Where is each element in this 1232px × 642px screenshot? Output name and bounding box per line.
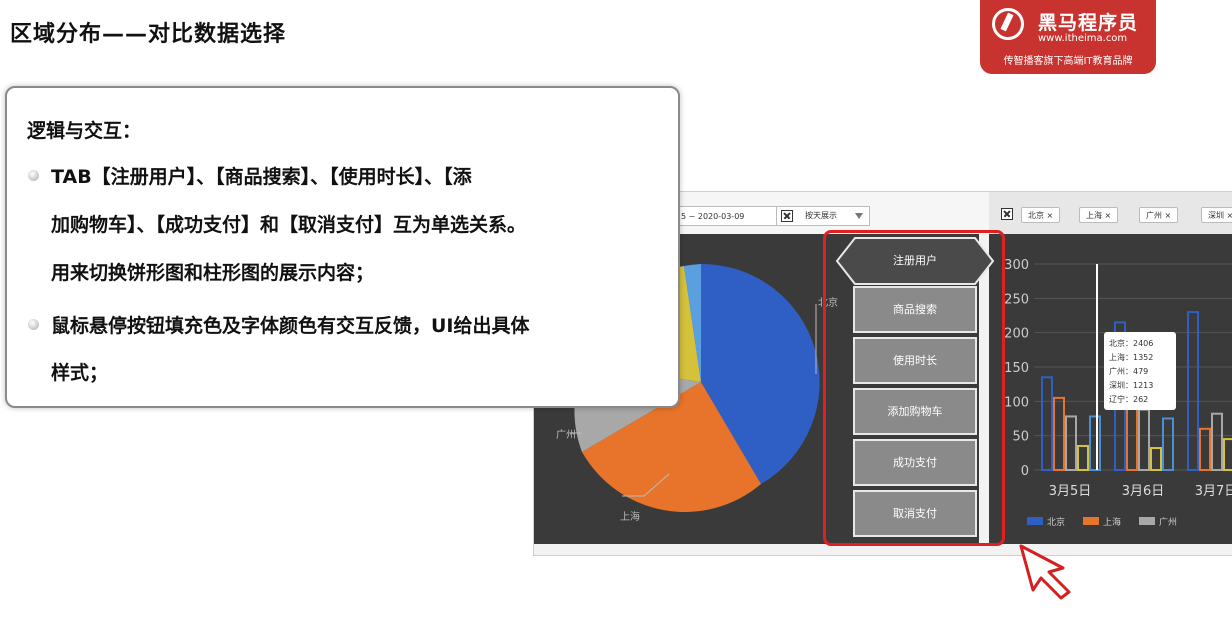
y-tick-label: 250 [1004, 292, 1029, 307]
bar-深圳-3月6日[interactable] [1150, 447, 1162, 472]
calendar-icon [781, 210, 793, 222]
bar-北京-3月5日[interactable] [1041, 376, 1053, 471]
bullet-icon [28, 319, 39, 330]
city-tag-beijing[interactable]: 北京 × [1021, 207, 1061, 223]
bar-广州-3月6日[interactable] [1138, 408, 1150, 471]
bar-chart: 300 250 200 150 100 50 0 3月5日 3月6日 3月7日 北京：2406 上海：… [1004, 258, 1232, 528]
logo-name: 黑马程序员 [1038, 12, 1139, 34]
y-tick-label: 150 [1004, 361, 1029, 376]
y-tick-label: 100 [1004, 395, 1029, 410]
city-filter-icon[interactable] [1001, 208, 1013, 220]
tooltip-line: 深圳：1213 [1109, 380, 1153, 390]
note-line: 鼠标悬停按钮填充色及字体颜色有交互反馈，UI给出具体 [51, 315, 530, 337]
bar-广州-3月5日[interactable] [1065, 415, 1077, 472]
tab-product-search[interactable]: 商品搜索 [853, 286, 977, 333]
legend-label[interactable]: 北京 [1047, 516, 1065, 528]
legend-label[interactable]: 广州 [1159, 516, 1177, 528]
bar-chart-panel: 300 250 200 150 100 50 0 3月5日 3月6日 3月7日 北京：2406 上海：… [989, 234, 1232, 544]
tooltip-line: 上海：1352 [1109, 352, 1153, 362]
tab-usage-duration[interactable]: 使用时长 [853, 337, 977, 384]
bar-上海-3月5日[interactable] [1053, 396, 1065, 471]
logo-slogan: 传智播客旗下高端IT教育品牌 [1003, 56, 1133, 67]
tooltip-line: 辽宁：262 [1109, 394, 1148, 404]
tab-register-users[interactable]: 注册用户 [835, 236, 995, 286]
page-title: 区域分布——对比数据选择 [10, 22, 287, 47]
y-tick-label: 300 [1004, 258, 1029, 273]
city-filter-toolbar: 北京 × 上海 × 广州 × 深圳 × [989, 192, 1232, 234]
legend-swatch [1139, 517, 1155, 525]
legend-swatch [1027, 517, 1043, 525]
legend-swatch [1083, 517, 1099, 525]
hand-cursor-icon [1019, 544, 1071, 600]
bullet-icon [28, 170, 39, 181]
pie-label-guangzhou: 广州 [556, 429, 576, 441]
note-line: 用来切换饼形图和柱形图的展示内容； [51, 262, 375, 284]
x-tick-label: 3月5日 [1049, 484, 1092, 499]
tab-payment-success[interactable]: 成功支付 [853, 439, 977, 486]
note-line: 加购物车】、【成功支付】和【取消支付】互为单选关系。 [51, 214, 527, 236]
chevron-down-icon [855, 213, 863, 219]
tab-menu: 注册用户 商品搜索 使用时长 添加购物车 成功支付 取消支付 [827, 236, 995, 542]
brand-logo: 黑马程序员 www.itheima.com 传智播客旗下高端IT教育品牌 [980, 0, 1156, 74]
runner-logo-icon [992, 8, 1024, 40]
y-tick-label: 200 [1004, 327, 1029, 342]
logic-interaction-note: 逻辑与交互： TAB【注册用户】、【商品搜索】、【使用时长】、【添 加购物车】、… [5, 86, 680, 408]
note-heading: 逻辑与交互： [27, 120, 142, 142]
city-tag-guangzhou[interactable]: 广州 × [1139, 207, 1179, 223]
y-tick-label: 0 [1021, 464, 1029, 479]
city-tag-shenzhen[interactable]: 深圳 × [1201, 207, 1232, 223]
tab-payment-cancel[interactable]: 取消支付 [853, 490, 977, 537]
pie-label-shanghai: 上海 [620, 510, 640, 523]
calendar-select-label: 按天展示 [805, 211, 837, 220]
legend-label[interactable]: 上海 [1103, 516, 1121, 528]
bar-深圳-3月7日[interactable] [1223, 438, 1232, 472]
y-tick-label: 50 [1012, 430, 1029, 445]
bar-北京-3月7日[interactable] [1187, 311, 1199, 471]
bar-辽宁-3月6日[interactable] [1162, 417, 1174, 471]
bar-辽宁-3月5日[interactable] [1089, 415, 1101, 472]
logo-url: www.itheima.com [1038, 33, 1128, 44]
bar-广州-3月7日[interactable] [1211, 412, 1223, 471]
note-line: 样式； [51, 362, 109, 384]
note-line: TAB【注册用户】、【商品搜索】、【使用时长】、【添 [51, 166, 472, 188]
tab-add-to-cart[interactable]: 添加购物车 [853, 388, 977, 435]
tooltip-line: 北京：2406 [1109, 338, 1153, 348]
bar-深圳-3月5日[interactable] [1077, 444, 1089, 471]
bar-上海-3月7日[interactable] [1199, 427, 1211, 472]
x-tick-label: 3月7日 [1195, 484, 1232, 499]
calendar-select[interactable]: 按天展示 [776, 206, 870, 226]
tab-label: 注册用户 [893, 254, 937, 267]
x-tick-label: 3月6日 [1122, 484, 1165, 499]
tooltip-line: 广州：479 [1109, 366, 1148, 376]
city-tag-shanghai[interactable]: 上海 × [1079, 207, 1119, 223]
